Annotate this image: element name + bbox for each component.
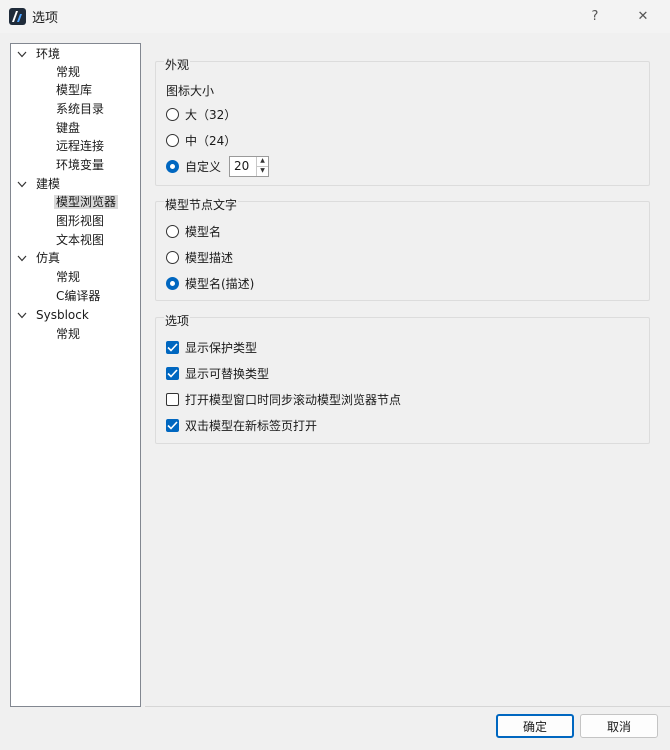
tree-item-simulation[interactable]: 仿真 (17, 249, 60, 267)
window-title: 选项 (32, 11, 59, 26)
spin-up-arrow-icon[interactable]: ▲ (257, 157, 268, 166)
icon-size-label: 图标大小 (166, 83, 215, 98)
title-bar: 选项 ? ✕ (0, 0, 670, 33)
icon-size-medium-option[interactable]: 中（24） (166, 130, 236, 150)
node-text-description-option[interactable]: 模型描述 (166, 247, 233, 267)
tree-item-text-view[interactable]: 文本视图 (56, 231, 104, 249)
close-icon: ✕ (637, 9, 649, 24)
help-button[interactable]: ? (572, 0, 618, 33)
spin-down-arrow-icon[interactable]: ▼ (257, 165, 269, 176)
checkbox-checked[interactable] (166, 340, 179, 354)
options-group-title: 选项 (164, 312, 191, 329)
open-in-new-tab-option[interactable]: 双击模型在新标签页打开 (166, 415, 317, 435)
tree-item-modeling[interactable]: 建模 (17, 175, 60, 193)
tree-item-model-library[interactable]: 模型库 (56, 81, 92, 99)
custom-size-spinbox[interactable]: 20 ▲ ▼ (229, 155, 270, 177)
tree-item-system-directory[interactable]: 系统目录 (56, 100, 104, 118)
radio-button[interactable] (166, 224, 179, 238)
node-text-name-description-option[interactable]: 模型名(描述) (166, 273, 254, 293)
tree-item-environment[interactable]: 环境 (17, 45, 60, 63)
icon-size-custom-option[interactable]: 自定义 20 ▲ ▼ (166, 155, 270, 177)
show-protected-types-option[interactable]: 显示保护类型 (166, 337, 257, 357)
tree-item-environment-variables[interactable]: 环境变量 (56, 156, 104, 174)
close-button[interactable]: ✕ (620, 0, 666, 33)
app-logo-icon (9, 8, 26, 25)
tree-item-sysblock[interactable]: Sysblock (17, 306, 89, 324)
help-icon: ? (591, 9, 599, 24)
sync-scroll-browser-option[interactable]: 打开模型窗口时同步滚动模型浏览器节点 (166, 389, 401, 409)
icon-size-large-option[interactable]: 大（32） (166, 104, 236, 124)
chevron-down-icon[interactable] (17, 175, 31, 193)
radio-button-selected[interactable] (166, 276, 179, 290)
checkbox-unchecked[interactable] (166, 392, 179, 406)
tree-item-remote-connection[interactable]: 远程连接 (56, 137, 104, 155)
appearance-group: 外观 图标大小 大（32） 中（24） 自定义 20 ▲ ▼ (155, 56, 650, 186)
radio-button[interactable] (166, 133, 179, 147)
tree-item-c-compiler[interactable]: C编译器 (56, 287, 100, 305)
ok-button[interactable]: 确定 (496, 714, 574, 738)
tree-item-graphic-view[interactable]: 图形视图 (56, 212, 104, 230)
checkbox-checked[interactable] (166, 366, 179, 380)
tree-item-sim-general[interactable]: 常规 (56, 268, 80, 286)
node-text-group-title: 模型节点文字 (164, 196, 239, 213)
radio-button[interactable] (166, 107, 179, 121)
checkbox-checked[interactable] (166, 418, 179, 432)
tree-item-keyboard[interactable]: 键盘 (56, 119, 80, 137)
tree-item-env-general[interactable]: 常规 (56, 63, 80, 81)
chevron-down-icon[interactable] (17, 249, 31, 267)
chevron-down-icon[interactable] (17, 45, 31, 63)
tree-item-sysblock-general[interactable]: 常规 (56, 325, 80, 343)
node-text-name-option[interactable]: 模型名 (166, 221, 221, 241)
cancel-button[interactable]: 取消 (580, 714, 658, 738)
options-tree[interactable]: 环境 常规 模型库 系统目录 键盘 远程连接 环境变量 建模 模型浏览器 图形视… (10, 43, 141, 707)
options-group: 选项 显示保护类型 显示可替换类型 打开模型窗口时同步滚动模型浏览器节点 双击模… (155, 312, 650, 444)
radio-button[interactable] (166, 250, 179, 264)
tree-item-model-browser[interactable]: 模型浏览器 (54, 193, 119, 211)
node-text-group: 模型节点文字 模型名 模型描述 模型名(描述) (155, 196, 650, 301)
footer-separator (145, 706, 670, 707)
appearance-group-title: 外观 (164, 56, 191, 73)
custom-size-value[interactable]: 20 (230, 157, 256, 176)
chevron-down-icon[interactable] (17, 306, 31, 324)
radio-button-selected[interactable] (166, 159, 179, 173)
show-replaceable-types-option[interactable]: 显示可替换类型 (166, 363, 269, 383)
